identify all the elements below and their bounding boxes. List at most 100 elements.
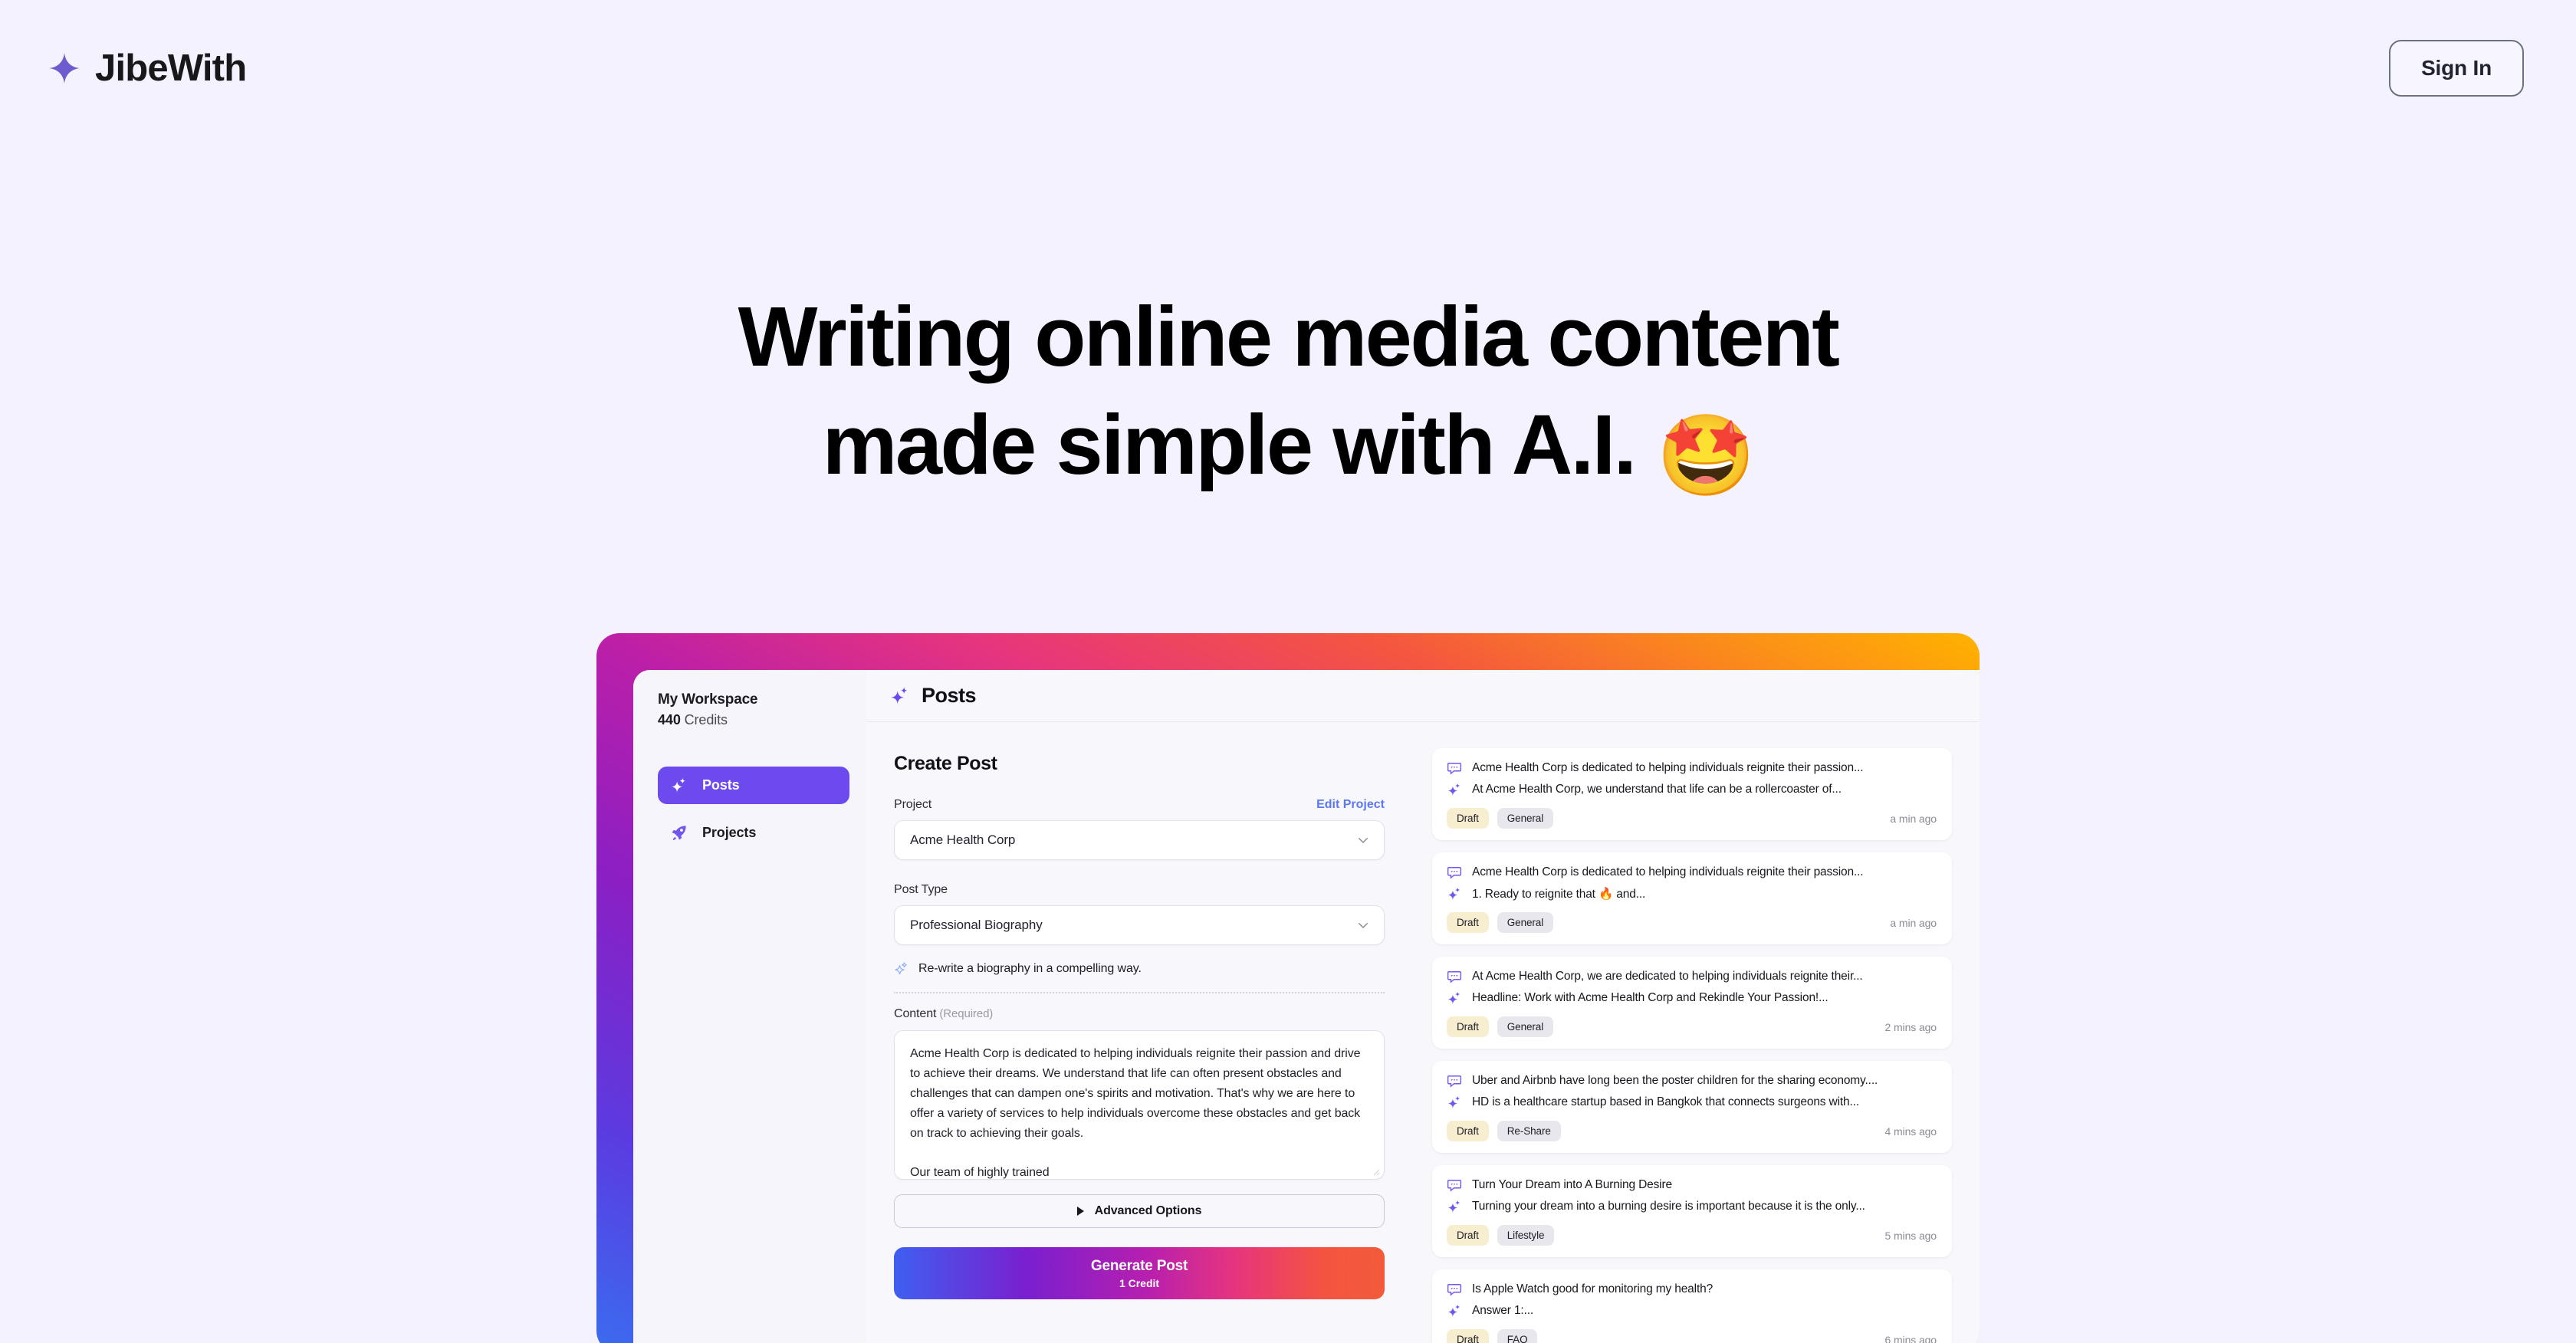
post-card[interactable]: Turn Your Dream into A Burning Desire Tu… [1432, 1165, 1952, 1257]
project-select[interactable]: Acme Health Corp [894, 820, 1385, 860]
app-sidebar: My Workspace 440 Credits Posts Projects [633, 670, 866, 1343]
landing-page: JibeWith Sign In Writing online media co… [0, 0, 2576, 1343]
project-select-value: Acme Health Corp [910, 832, 1016, 847]
status-badge: Draft [1447, 1016, 1489, 1037]
rocket-icon [672, 826, 686, 841]
speech-bubble-icon [1447, 1075, 1462, 1088]
sidebar-item-posts[interactable]: Posts [658, 767, 849, 804]
generate-post-cost: 1 Credit [1119, 1276, 1160, 1289]
post-card[interactable]: Acme Health Corp is dedicated to helping… [1432, 852, 1952, 944]
speech-bubble-icon [1447, 1284, 1462, 1296]
sign-in-button[interactable]: Sign In [2389, 40, 2524, 97]
post-type-select-value: Professional Biography [910, 918, 1043, 932]
sidebar-item-projects[interactable]: Projects [658, 814, 849, 852]
create-post-panel: Create Post Project Edit Project Acme He… [866, 722, 1415, 1343]
sparkles-icon [1447, 887, 1460, 900]
post-result-text: Turning your dream into a burning desire… [1472, 1200, 1865, 1213]
hero-section: Writing online media content made simple… [0, 284, 2576, 507]
divider [894, 992, 1385, 993]
sidebar-item-projects-label: Projects [702, 825, 757, 840]
post-card[interactable]: At Acme Health Corp, we are dedicated to… [1432, 957, 1952, 1049]
content-textarea[interactable]: Acme Health Corp is dedicated to helping… [894, 1030, 1385, 1180]
post-type-hint-text: Re-write a biography in a compelling way… [918, 961, 1142, 975]
post-card[interactable]: Acme Health Corp is dedicated to helping… [1432, 748, 1952, 840]
top-navigation-bar: JibeWith Sign In [0, 0, 2576, 136]
star-struck-emoji: 🤩 [1656, 411, 1756, 501]
sparkles-icon [1447, 1200, 1460, 1213]
post-source-text: At Acme Health Corp, we are dedicated to… [1472, 970, 1863, 983]
post-source-text: Acme Health Corp is dedicated to helping… [1472, 761, 1864, 774]
speech-bubble-icon [1447, 867, 1462, 879]
advanced-options-label: Advanced Options [1094, 1204, 1202, 1217]
project-field: Project Edit Project Acme Health Corp [894, 798, 1385, 860]
post-card[interactable]: Uber and Airbnb have long been the poste… [1432, 1061, 1952, 1153]
app-preview-gradient-frame: My Workspace 440 Credits Posts Projects … [596, 633, 1980, 1343]
category-badge: Lifestyle [1497, 1225, 1555, 1246]
content-label-text: Content [894, 1007, 937, 1020]
post-result-text: Answer 1:... [1472, 1304, 1534, 1317]
post-timestamp: a min ago [1890, 916, 1937, 929]
sidebar-nav: Posts Projects [658, 767, 849, 852]
resize-handle-icon[interactable] [1371, 1167, 1380, 1176]
sparkles-icon [1447, 991, 1460, 1004]
post-result-text: 1. Ready to reignite that 🔥 and... [1472, 887, 1646, 901]
credits-value: 440 [658, 712, 681, 727]
triangle-right-icon [1076, 1207, 1084, 1216]
sparkles-icon [895, 962, 907, 975]
chevron-down-icon [1359, 923, 1368, 928]
post-timestamp: 6 mins ago [1884, 1333, 1937, 1343]
status-badge: Draft [1447, 912, 1489, 933]
app-header: Posts [866, 670, 1980, 722]
sidebar-item-posts-label: Posts [702, 777, 740, 793]
category-badge: General [1497, 1016, 1554, 1037]
post-source-text: Uber and Airbnb have long been the poste… [1472, 1074, 1878, 1087]
app-body: Create Post Project Edit Project Acme He… [866, 722, 1980, 1343]
posts-list[interactable]: Acme Health Corp is dedicated to helping… [1415, 722, 1980, 1343]
chevron-down-icon [1359, 838, 1368, 843]
workspace-name: My Workspace [658, 691, 758, 708]
category-badge: Re-Share [1497, 1121, 1561, 1141]
speech-bubble-icon [1447, 1180, 1462, 1192]
app-window: My Workspace 440 Credits Posts Projects … [633, 670, 1980, 1343]
sparkles-icon [1447, 1304, 1460, 1317]
speech-bubble-icon [1447, 971, 1462, 983]
hero-line-2: made simple with A.I. [822, 397, 1638, 492]
app-header-title: Posts [922, 684, 977, 707]
brand-name: JibeWith [95, 48, 247, 89]
post-source-text: Acme Health Corp is dedicated to helping… [1472, 865, 1864, 878]
post-card[interactable]: Is Apple Watch good for monitoring my he… [1432, 1269, 1952, 1343]
credits-label: Credits [684, 712, 728, 727]
sparkles-icon [671, 777, 686, 793]
hero-line-1: Writing online media content [738, 290, 1840, 384]
post-result-text: HD is a healthcare startup based in Bang… [1472, 1095, 1859, 1108]
post-timestamp: a min ago [1890, 812, 1937, 825]
post-result-text: Headline: Work with Acme Health Corp and… [1472, 991, 1829, 1004]
content-textarea-value: Acme Health Corp is dedicated to helping… [910, 1047, 1361, 1180]
status-badge: Draft [1447, 1121, 1489, 1141]
advanced-options-button[interactable]: Advanced Options [894, 1194, 1385, 1228]
status-badge: Draft [1447, 1329, 1489, 1343]
app-main: Posts Create Post Project Edit Project A… [866, 670, 1980, 1343]
sparkle-icon [48, 52, 80, 84]
category-badge: General [1497, 808, 1554, 829]
category-badge: FAQ [1497, 1329, 1538, 1343]
content-required-text: (Required) [939, 1007, 994, 1020]
project-label: Project [894, 798, 932, 811]
generate-post-button[interactable]: Generate Post 1 Credit [894, 1247, 1385, 1299]
sparkles-icon [1447, 783, 1460, 796]
page-title: Writing online media content made simple… [575, 284, 2001, 507]
create-post-title: Create Post [894, 753, 997, 774]
brand-logo[interactable]: JibeWith [48, 47, 247, 90]
post-type-select[interactable]: Professional Biography [894, 905, 1385, 945]
post-timestamp: 5 mins ago [1884, 1229, 1937, 1242]
post-timestamp: 2 mins ago [1884, 1020, 1937, 1033]
content-label: Content (Required) [894, 1007, 993, 1021]
sparkles-icon [1447, 1095, 1460, 1108]
sparkles-icon [891, 687, 908, 704]
speech-bubble-icon [1447, 763, 1462, 775]
generate-post-label: Generate Post [1090, 1257, 1188, 1274]
post-type-field: Post Type Professional Biography [894, 883, 1385, 945]
status-badge: Draft [1447, 808, 1489, 829]
edit-project-link[interactable]: Edit Project [1316, 798, 1385, 812]
post-timestamp: 4 mins ago [1884, 1125, 1937, 1138]
